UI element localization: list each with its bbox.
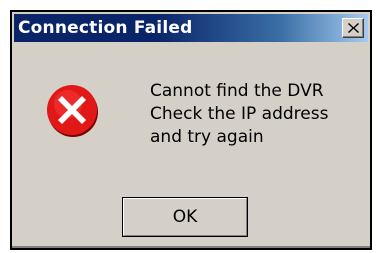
error-message: Cannot find the DVR Check the IP address… [150,80,328,149]
dialog-title: Connection Failed [18,18,193,38]
error-icon [47,85,98,137]
close-button[interactable] [342,18,364,38]
error-dialog: Connection Failed Cannot find the DVR Ch… [10,10,372,250]
message-line: and try again [150,127,264,147]
close-icon [348,23,359,33]
ok-button-label: OK [172,207,198,227]
title-bar[interactable]: Connection Failed [14,14,368,42]
ok-button[interactable]: OK [122,197,248,237]
message-line: Check the IP address [150,104,329,124]
message-line: Cannot find the DVR [150,81,324,101]
